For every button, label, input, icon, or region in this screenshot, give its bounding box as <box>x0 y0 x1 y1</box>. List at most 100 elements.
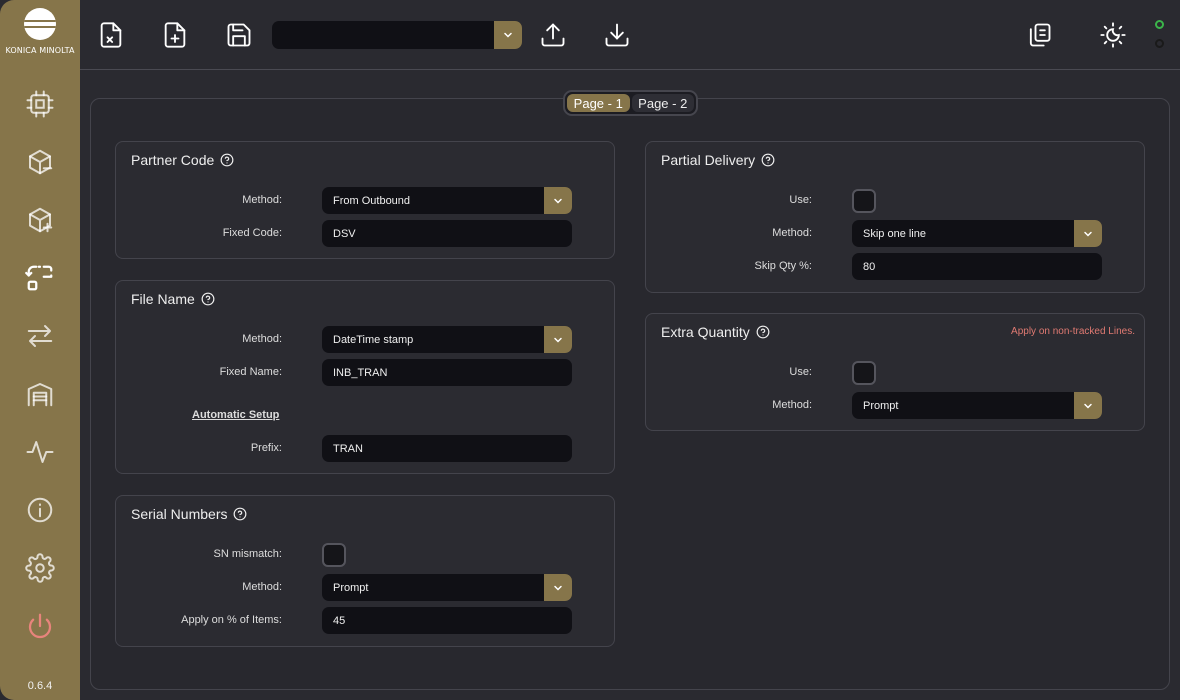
chevron-down-icon <box>544 187 572 214</box>
partial-method-select[interactable]: Skip one line <box>852 220 1102 247</box>
chevron-down-icon <box>544 326 572 353</box>
partner-code-title: Partner Code <box>131 152 234 168</box>
serial-numbers-title: Serial Numbers <box>131 506 247 522</box>
brand-logo: KONICA MINOLTA <box>0 4 80 64</box>
settings-icon <box>25 553 55 583</box>
chevron-down-icon <box>544 574 572 601</box>
theme-toggle-icon <box>1100 22 1126 48</box>
file-name-method-value: DateTime stamp <box>333 333 414 346</box>
chevron-down-icon <box>1074 392 1102 419</box>
file-name-title: File Name <box>131 291 215 307</box>
skip-qty-input[interactable]: 80 <box>852 253 1102 280</box>
fixed-name-input[interactable]: INB_TRAN <box>322 359 572 386</box>
partner-code-method-select[interactable]: From Outbound <box>322 187 572 214</box>
sidebar-item-activity[interactable] <box>22 434 58 470</box>
copy-icon <box>1029 23 1051 47</box>
transfer-icon <box>27 325 53 347</box>
info-icon <box>27 497 53 523</box>
partner-code-method-value: From Outbound <box>333 194 411 207</box>
status-led-online <box>1155 20 1164 29</box>
extra-quantity-title: Extra Quantity <box>661 324 770 340</box>
partial-delivery-card: Partial Delivery Use: Method: Skip one l… <box>645 141 1145 293</box>
app-version: 0.6.4 <box>27 680 53 692</box>
help-icon[interactable] <box>233 507 247 521</box>
sidebar-item-settings[interactable] <box>22 550 58 586</box>
sidebar-item-transfer[interactable] <box>22 318 58 354</box>
close-file-icon <box>100 22 122 48</box>
upload-icon <box>541 23 565 47</box>
non-tracked-note: Apply on non-tracked Lines. <box>1011 326 1135 337</box>
partial-delivery-title: Partial Delivery <box>661 152 775 168</box>
fixed-code-input[interactable]: DSV <box>322 220 572 247</box>
logo-text: KONICA MINOLTA <box>5 46 75 55</box>
chevron-down-icon <box>1074 220 1102 247</box>
activity-icon <box>26 441 54 463</box>
save-icon <box>227 23 251 47</box>
download-button[interactable] <box>600 18 634 52</box>
package-remove-icon <box>29 149 53 175</box>
sn-mismatch-label: SN mismatch: <box>213 548 282 560</box>
template-select[interactable] <box>272 21 522 49</box>
sidebar-item-inbound[interactable] <box>22 202 58 238</box>
logo-mark-icon <box>24 8 56 40</box>
sidebar-item-power[interactable] <box>22 608 58 644</box>
file-name-title-text: File Name <box>131 291 195 307</box>
page-tabs: Page - 1 Page - 2 <box>563 90 698 116</box>
help-icon[interactable] <box>761 153 775 167</box>
apply-percent-label: Apply on % of Items: <box>181 614 282 626</box>
sidebar-item-info[interactable] <box>22 492 58 528</box>
package-add-icon <box>29 207 53 233</box>
sidebar: KONICA MINOLTA 0.6.4 <box>0 0 80 700</box>
save-button[interactable] <box>222 18 256 52</box>
copy-button[interactable] <box>1022 18 1056 52</box>
extra-quantity-card: Extra Quantity Apply on non-tracked Line… <box>645 313 1145 431</box>
warehouse-icon <box>27 383 53 407</box>
partner-code-method-label: Method: <box>242 194 282 206</box>
partner-code-card: Partner Code Method: From Outbound Fixed… <box>115 141 615 259</box>
serial-method-label: Method: <box>242 581 282 593</box>
skip-qty-label: Skip Qty %: <box>754 260 812 272</box>
serial-numbers-title-text: Serial Numbers <box>131 506 228 522</box>
sidebar-item-scan[interactable] <box>22 260 58 296</box>
upload-button[interactable] <box>536 18 570 52</box>
sn-mismatch-checkbox[interactable] <box>322 543 346 567</box>
automatic-setup-link[interactable]: Automatic Setup <box>192 409 279 421</box>
partner-code-title-text: Partner Code <box>131 152 215 168</box>
file-name-card: File Name Method: DateTime stamp Fixed N… <box>115 280 615 474</box>
partial-use-label: Use: <box>789 194 812 206</box>
tab-page-1[interactable]: Page - 1 <box>567 94 630 112</box>
fixed-code-label: Fixed Code: <box>222 227 282 239</box>
partial-use-checkbox[interactable] <box>852 189 876 213</box>
file-name-method-select[interactable]: DateTime stamp <box>322 326 572 353</box>
chip-icon <box>26 90 54 118</box>
download-icon <box>605 23 629 47</box>
prefix-input[interactable]: TRAN <box>322 435 572 462</box>
extra-method-select[interactable]: Prompt <box>852 392 1102 419</box>
prefix-label: Prefix: <box>250 442 282 454</box>
help-icon[interactable] <box>220 153 234 167</box>
tab-page-2[interactable]: Page - 2 <box>631 94 694 112</box>
extra-quantity-title-text: Extra Quantity <box>661 324 750 340</box>
partial-delivery-title-text: Partial Delivery <box>661 152 756 168</box>
toolbar <box>80 0 1180 70</box>
extra-use-label: Use: <box>789 366 812 378</box>
close-file-button[interactable] <box>94 18 128 52</box>
new-file-button[interactable] <box>158 18 192 52</box>
sidebar-item-outbound[interactable] <box>22 144 58 180</box>
help-icon[interactable] <box>201 292 215 306</box>
theme-toggle-button[interactable] <box>1096 18 1130 52</box>
extra-use-checkbox[interactable] <box>852 361 876 385</box>
serial-method-select[interactable]: Prompt <box>322 574 572 601</box>
partial-method-label: Method: <box>772 227 812 239</box>
file-name-method-label: Method: <box>242 333 282 345</box>
apply-percent-input[interactable]: 45 <box>322 607 572 634</box>
fixed-name-label: Fixed Name: <box>219 366 282 378</box>
status-led-offline <box>1155 39 1164 48</box>
sidebar-item-chip[interactable] <box>22 86 58 122</box>
serial-numbers-card: Serial Numbers SN mismatch: Method: Prom… <box>115 495 615 647</box>
sidebar-item-warehouse[interactable] <box>22 376 58 412</box>
serial-method-value: Prompt <box>333 581 369 594</box>
help-icon[interactable] <box>756 325 770 339</box>
extra-method-label: Method: <box>772 399 812 411</box>
extra-method-value: Prompt <box>863 399 899 412</box>
